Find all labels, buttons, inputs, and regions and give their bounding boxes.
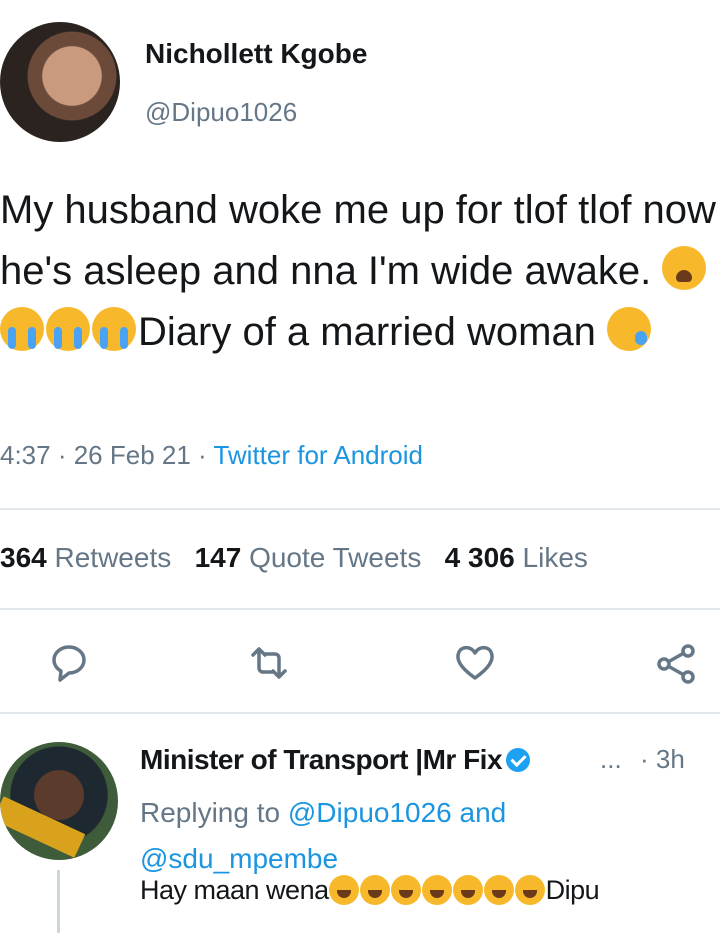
rolling-on-floor-laughing-icon <box>421 875 452 905</box>
quote-label: Quote Tweets <box>249 542 422 573</box>
tweet-meta: 4:37 · 26 Feb 21 · Twitter for Android <box>0 440 423 470</box>
replying-and: and <box>459 797 507 828</box>
reply-author-name-text: Minister of Transport |Mr Fix <box>140 744 503 775</box>
rolling-on-floor-laughing-icon <box>483 875 514 905</box>
author-name[interactable]: Nichollett Kgobe <box>145 38 367 70</box>
reply-author-avatar[interactable] <box>0 742 118 860</box>
quote-count: 147 <box>194 542 242 573</box>
replying-to-user-1[interactable]: @Dipuo1026 <box>288 797 452 828</box>
avatar-badge-logo <box>0 796 86 858</box>
tweet-source[interactable]: Twitter for Android <box>213 440 423 470</box>
tweet-text-part1: My husband woke me up for tlof tlof now … <box>0 188 716 293</box>
likes-label: Likes <box>522 542 588 573</box>
like-icon[interactable] <box>450 638 500 688</box>
sleepy-face-icon <box>607 307 652 351</box>
divider <box>0 508 720 510</box>
reply-text: Hay maan wena Dipu <box>140 875 600 906</box>
loudly-crying-face-icon <box>0 307 44 351</box>
tweet-text: My husband woke me up for tlof tlof now … <box>0 180 720 363</box>
loudly-crying-face-icon <box>92 307 136 351</box>
reply-text-suffix: Dipu <box>545 875 600 905</box>
divider <box>0 712 720 714</box>
reply-text-main: Hay maan wena <box>140 875 329 905</box>
reply-author-name[interactable]: Minister of Transport |Mr Fix <box>140 744 531 776</box>
rolling-on-floor-laughing-icon <box>359 875 390 905</box>
quote-tweets-stat[interactable]: 147 Quote Tweets <box>195 542 422 573</box>
replying-to-user-2[interactable]: @sdu_mpembe <box>140 843 338 874</box>
replying-to: Replying to @Dipuo1026 and @sdu_mpembe <box>140 790 660 882</box>
verified-icon <box>506 748 531 772</box>
rolling-on-floor-laughing-icon <box>328 875 359 905</box>
retweet-icon[interactable] <box>244 638 294 688</box>
retweets-count: 364 <box>0 542 47 573</box>
replying-prefix: Replying to <box>140 797 281 828</box>
likes-stat[interactable]: 4 306 Likes <box>445 542 588 573</box>
weary-face-icon <box>662 246 707 290</box>
retweets-label: Retweets <box>54 542 172 573</box>
reply-more[interactable]: ... <box>600 744 622 775</box>
tweet-time: 4:37 <box>0 440 51 470</box>
rolling-on-floor-laughing-icon <box>452 875 483 905</box>
share-icon[interactable] <box>652 638 702 688</box>
loudly-crying-face-icon <box>46 307 90 351</box>
retweets-stat[interactable]: 364 Retweets <box>0 542 171 573</box>
tweet-date: 26 Feb 21 <box>73 440 191 470</box>
reply-time[interactable]: · 3h <box>640 744 685 775</box>
author-avatar[interactable] <box>0 22 120 142</box>
divider <box>0 608 720 610</box>
reply-icon[interactable] <box>44 638 94 688</box>
rolling-on-floor-laughing-icon <box>514 875 545 905</box>
thread-line <box>57 870 60 933</box>
tweet-stats: 364 Retweets 147 Quote Tweets 4 306 Like… <box>0 542 588 574</box>
author-handle[interactable]: @Dipuo1026 <box>145 97 297 128</box>
rolling-on-floor-laughing-icon <box>390 875 421 905</box>
likes-count: 4 306 <box>444 542 515 573</box>
tweet-text-part2: Diary of a married woman <box>138 310 608 354</box>
